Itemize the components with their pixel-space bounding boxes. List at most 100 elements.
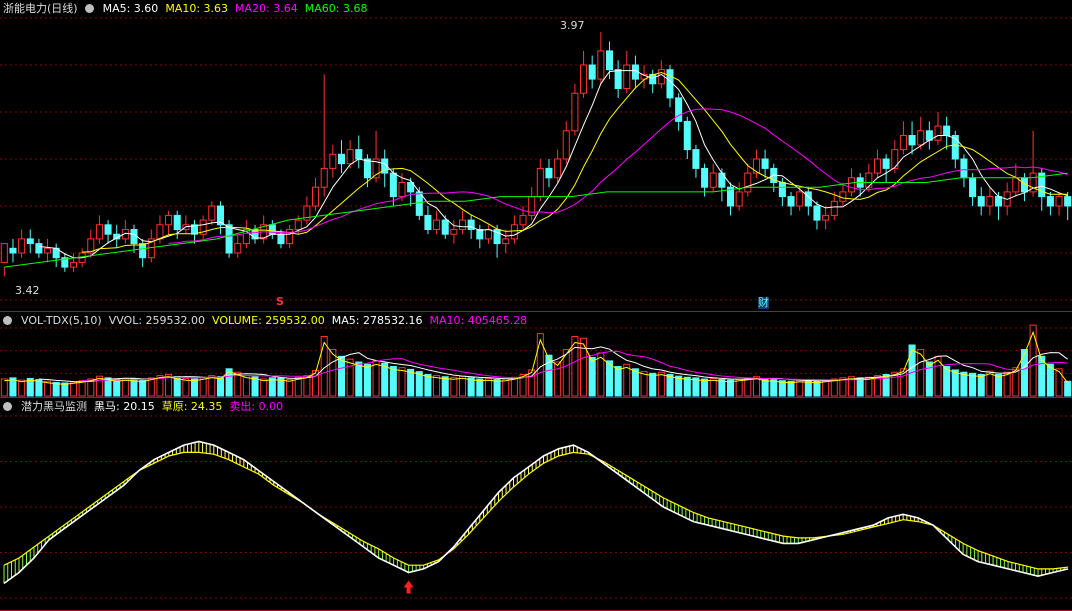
candle-body [977,196,985,207]
vol-ma10-value: MA10: 405465.28 [429,314,528,327]
candle-body [692,149,700,169]
heima-value: 黑马: 20.15 [94,400,155,413]
candle-body [458,219,467,231]
price-legend: 浙能电力(日线) MA5: 3.60 MA10: 3.63 MA20: 3.64… [3,2,367,16]
candle-body [1055,196,1063,207]
indicator-panel[interactable]: 潜力黑马监测 黑马: 20.15 草原: 24.35 卖出: 0.00 [0,397,1072,611]
volume-bar [701,378,709,397]
volume-bar [640,371,648,397]
volume-bar [52,381,60,397]
volume-bar [744,377,752,397]
volume-bar [865,376,873,397]
volume-bar [329,349,337,397]
volume-bar [666,373,674,397]
candle-body [571,92,579,132]
volume-bar [631,368,639,397]
volume-bar [787,380,795,397]
candle-body [355,149,363,160]
candle-body [813,205,821,221]
candle-body [476,229,484,240]
volume-bar [856,377,864,397]
volume-bar [726,379,735,397]
volume-panel[interactable]: VOL-TDX(5,10) VVOL: 259532.00 VOLUME: 25… [0,311,1072,398]
candlestick-chart[interactable] [0,0,1072,311]
price-settings-icon[interactable] [84,2,96,16]
candle-body [986,196,994,207]
volume-bar [381,362,389,397]
price-panel[interactable]: 浙能电力(日线) MA5: 3.60 MA10: 3.63 MA20: 3.64… [0,0,1072,311]
candle-body [848,177,856,193]
volume-bar [683,376,691,397]
candle-body [389,172,397,198]
indicator-name: 潜力黑马监测 [21,400,87,413]
candle-body [934,125,942,141]
volume-bar [424,373,432,397]
volume-bar [407,368,415,397]
candle-body [346,149,354,165]
candle-body [752,158,760,174]
volume-bar [536,333,544,397]
candle-body [441,219,449,235]
volume-bar [260,378,268,397]
volume-bar [130,378,138,397]
volume-bar [623,363,631,397]
volume-bar [951,369,959,397]
candle-body [778,182,786,198]
candle-body [830,200,838,216]
volume-bar [458,375,467,397]
candle-body [156,224,164,240]
volume-bar [303,375,311,397]
volume-bar [969,372,977,397]
ind-settings-icon[interactable] [3,400,14,414]
candle-body [234,243,242,254]
volume-line [4,330,1069,385]
ma60-legend: MA60: 3.68 [304,2,368,15]
candle-body [709,172,717,188]
candle-body [0,243,8,263]
volume-bar [977,373,985,397]
volume-bar [1046,363,1054,397]
candle-body [433,219,441,231]
indicator-chart[interactable] [0,398,1072,610]
volume-bar [813,380,821,397]
candle-body [44,247,52,254]
candle-body [286,229,294,245]
candle-body [960,158,968,179]
candle-body [917,130,925,146]
caoyuan-value: 草原: 24.35 [161,400,223,413]
candle-body [519,214,527,226]
candle-body [761,158,769,169]
candle-body [363,158,371,179]
candle-body [1064,196,1072,207]
volume-bar [467,377,475,397]
volume-bar [182,377,190,397]
volume-bar [614,366,622,397]
volume-bar [104,377,112,397]
volume-bar [1064,380,1072,397]
candle-body [208,205,216,221]
volume-bar [441,376,449,397]
candle-body [943,125,951,136]
vol-settings-icon[interactable] [3,314,14,328]
volume-bar [208,375,216,397]
candle-body [277,233,285,245]
candle-body [701,167,709,188]
volume-bar [718,379,726,397]
buy-arrow-icon [403,580,414,594]
volume-bar [0,378,8,397]
candle-body [994,196,1003,207]
candle-body [450,229,458,235]
ma10-legend: MA10: 3.63 [165,2,229,15]
caoyuan-line [3,451,1069,570]
candle-body [294,219,302,231]
volume-bar [173,376,181,397]
candle-body [510,224,518,240]
candle-body [623,64,631,89]
volume-bar [476,378,484,397]
volume-bar [1020,349,1028,397]
volume-bar [554,361,562,397]
candle-body [312,186,320,207]
volume-bar [139,379,147,397]
candle-body [683,120,691,151]
candle-body [614,69,622,89]
